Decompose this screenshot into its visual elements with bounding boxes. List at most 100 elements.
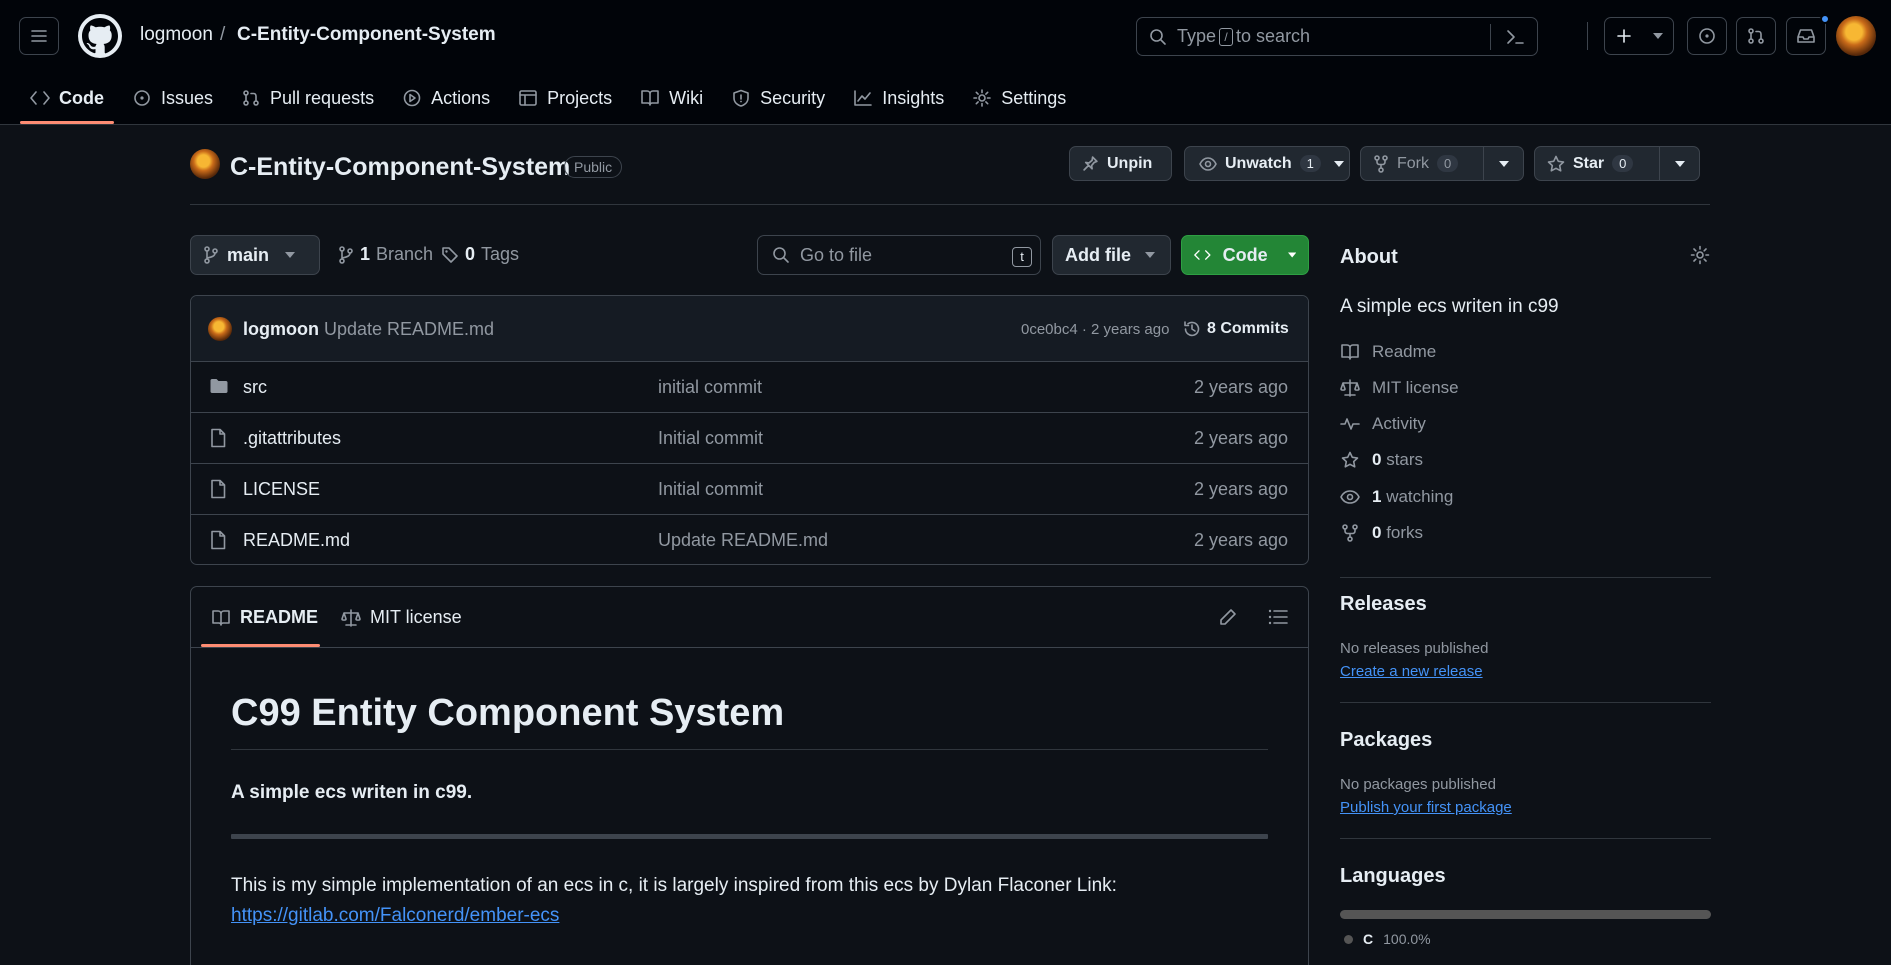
file-commit-message[interactable]: Initial commit — [658, 479, 763, 500]
branch-icon — [339, 245, 353, 264]
tab-label: Actions — [431, 87, 491, 108]
pencil-icon[interactable] — [1219, 608, 1237, 626]
hamburger-icon — [31, 30, 47, 42]
commit-hash-time[interactable]: 0ce0bc4 · 2 years ago — [1021, 321, 1169, 338]
inbox-button[interactable] — [1786, 17, 1826, 55]
latest-commit-bar: logmoon Update README.md 0ce0bc4 · 2 yea… — [191, 296, 1308, 362]
file-name[interactable]: .gitattributes — [243, 428, 341, 449]
activity-link[interactable]: Activity — [1340, 414, 1426, 434]
stars-label: stars — [1386, 450, 1424, 469]
branch-count: 1 — [360, 244, 371, 264]
eye-icon — [1199, 156, 1217, 171]
create-new-button[interactable] — [1604, 17, 1674, 55]
book-icon — [1341, 344, 1359, 360]
file-commit-date: 2 years ago — [1193, 428, 1288, 448]
license-link[interactable]: MIT license — [1340, 378, 1459, 398]
file-commit-message[interactable]: Update README.md — [658, 530, 828, 551]
chevron-down-icon — [1145, 252, 1155, 258]
readme-subtitle: A simple ecs writen in c99. — [231, 782, 473, 803]
fork-button[interactable]: Fork 0 — [1360, 146, 1524, 181]
global-search[interactable]: Type / to search — [1136, 17, 1538, 56]
issues-button[interactable] — [1687, 17, 1727, 55]
command-palette-icon[interactable] — [1505, 28, 1525, 46]
tab-insights[interactable]: Insights — [843, 78, 954, 118]
stars-link[interactable]: 0 stars — [1340, 450, 1423, 470]
commit-author[interactable]: logmoon — [243, 319, 319, 340]
file-row[interactable]: README.md Update README.md 2 years ago — [191, 515, 1308, 564]
tab-label: Wiki — [669, 87, 704, 108]
graph-icon — [854, 90, 872, 106]
add-file-button[interactable]: Add file — [1052, 235, 1171, 275]
menu-button[interactable] — [19, 17, 59, 55]
code-icon — [1194, 250, 1211, 260]
file-table: logmoon Update README.md 0ce0bc4 · 2 yea… — [190, 295, 1309, 565]
readme-link[interactable]: Readme — [1340, 342, 1436, 362]
file-commit-message[interactable]: Initial commit — [658, 428, 763, 449]
tab-settings[interactable]: Settings — [962, 78, 1076, 118]
user-avatar[interactable] — [1836, 16, 1876, 56]
language-item-c[interactable]: C 100.0% — [1344, 931, 1431, 947]
watching-link[interactable]: 1 watching — [1340, 487, 1453, 507]
tab-readme-label: README — [240, 607, 319, 627]
file-row[interactable]: src initial commit 2 years ago — [191, 362, 1308, 413]
branches-link[interactable]: 1 Branch — [338, 244, 433, 265]
packages-title[interactable]: Packages — [1340, 729, 1432, 752]
breadcrumb-owner[interactable]: logmoon — [140, 24, 213, 46]
tag-count: 0 — [465, 244, 476, 264]
tab-wiki[interactable]: Wiki — [630, 78, 713, 118]
repo-nav: Code Issues Pull requests Actions Projects Wi… — [20, 78, 1084, 124]
tab-issues[interactable]: Issues — [122, 78, 223, 118]
unpin-button[interactable]: Unpin — [1069, 146, 1172, 181]
readme-link[interactable]: https://gitlab.com/Falconerd/ember-ecs — [231, 905, 559, 926]
fork-dropdown[interactable] — [1483, 147, 1523, 180]
branch-select-button[interactable]: main — [190, 235, 320, 275]
visibility-badge: Public — [564, 156, 623, 178]
commit-message[interactable]: Update README.md — [324, 319, 494, 340]
star-icon — [1341, 451, 1359, 468]
star-dropdown[interactable] — [1659, 147, 1699, 180]
commits-history-link[interactable]: 8 Commits — [1183, 320, 1289, 338]
outline-list-icon[interactable] — [1268, 609, 1288, 625]
file-name[interactable]: README.md — [243, 530, 350, 551]
commit-author-avatar[interactable] — [208, 317, 232, 341]
packages-empty: No packages published — [1340, 776, 1496, 793]
unwatch-button[interactable]: Unwatch 1 — [1184, 146, 1350, 181]
go-to-file-input[interactable]: Go to file t — [757, 235, 1041, 275]
unwatch-dropdown[interactable] — [1329, 147, 1349, 180]
go-to-file-placeholder: Go to file — [800, 244, 873, 265]
tab-license[interactable]: MIT license — [341, 607, 462, 628]
shield-icon — [733, 89, 749, 107]
forks-link[interactable]: 0 forks — [1340, 523, 1423, 543]
tag-count-label: Tags — [481, 244, 520, 264]
tags-link[interactable]: 0 Tags — [441, 244, 519, 265]
publish-package-link[interactable]: Publish your first package — [1340, 799, 1512, 816]
search-placeholder-pre: Type — [1177, 26, 1217, 46]
star-button[interactable]: Star 0 — [1534, 146, 1700, 181]
code-button[interactable]: Code — [1181, 235, 1309, 275]
search-icon — [1150, 28, 1166, 45]
tab-actions[interactable]: Actions — [392, 78, 500, 118]
file-commit-message[interactable]: initial commit — [658, 377, 762, 398]
tab-security[interactable]: Security — [721, 78, 835, 118]
create-release-link[interactable]: Create a new release — [1340, 663, 1483, 680]
file-row[interactable]: .gitattributes Initial commit 2 years ago — [191, 413, 1308, 464]
breadcrumb-repo[interactable]: C-Entity-Component-System — [237, 24, 496, 46]
tab-code[interactable]: Code — [20, 78, 114, 124]
tab-pull-requests[interactable]: Pull requests — [231, 78, 384, 118]
tab-readme[interactable]: README — [211, 607, 318, 628]
releases-title[interactable]: Releases — [1340, 593, 1427, 616]
repo-title[interactable]: C-Entity-Component-System — [230, 153, 570, 182]
gear-icon[interactable] — [1690, 245, 1710, 265]
readme-paragraph: This is my simple implementation of an e… — [231, 875, 1117, 896]
pull-requests-button[interactable] — [1736, 17, 1776, 55]
file-row[interactable]: LICENSE Initial commit 2 years ago — [191, 464, 1308, 515]
tab-projects[interactable]: Projects — [508, 78, 622, 118]
tab-label: Pull requests — [270, 87, 375, 108]
forks-label: forks — [1386, 523, 1424, 542]
table-icon — [519, 90, 537, 106]
file-name[interactable]: LICENSE — [243, 479, 320, 500]
file-name[interactable]: src — [243, 377, 267, 398]
github-logo-icon[interactable] — [78, 14, 122, 58]
law-icon — [1340, 379, 1360, 397]
code-icon — [30, 91, 50, 105]
